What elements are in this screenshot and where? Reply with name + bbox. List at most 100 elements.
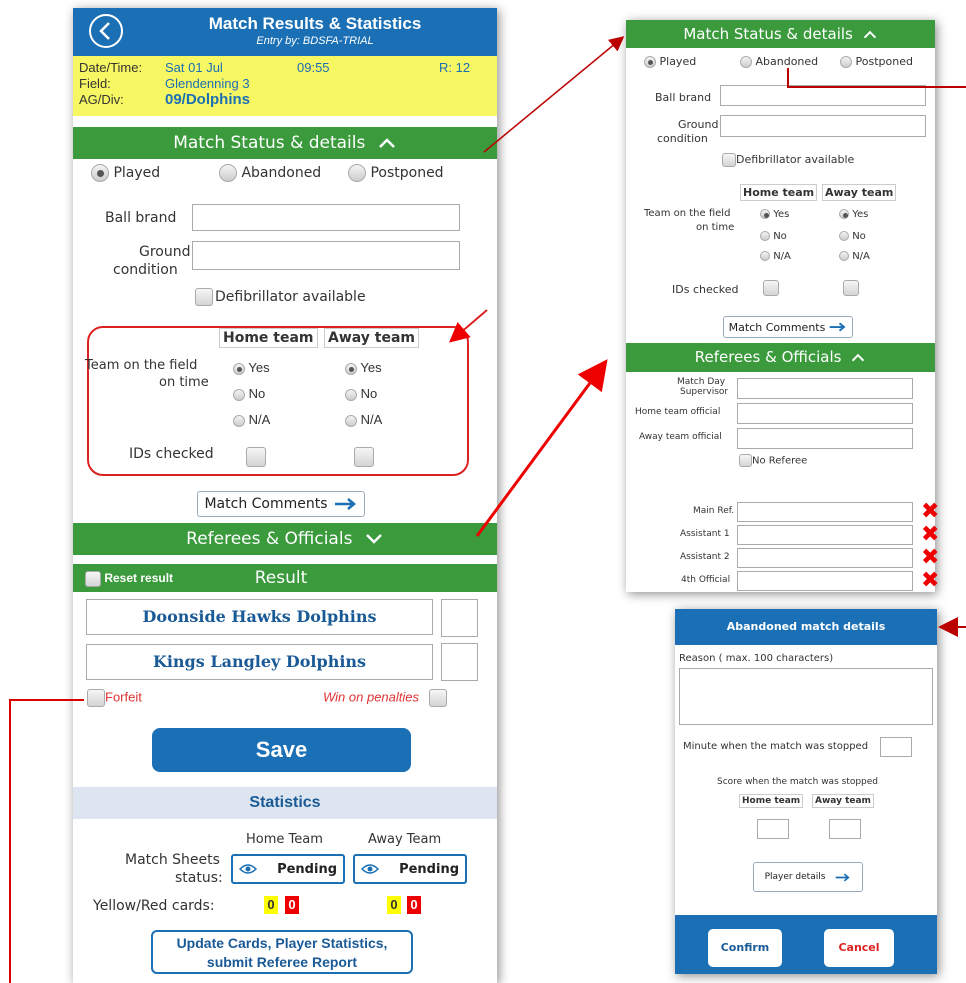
fourth-official-input[interactable] <box>737 571 913 591</box>
reason-textarea[interactable] <box>679 668 933 725</box>
home-ids-checkbox[interactable] <box>246 447 266 467</box>
ball-brand-input[interactable] <box>192 204 460 231</box>
zoom-home-ids-checkbox[interactable] <box>763 280 779 296</box>
away-no-radio[interactable]: No <box>345 386 377 401</box>
home-red-count: 0 <box>285 896 299 914</box>
remove-fourth-official-icon[interactable]: ✖ <box>921 570 939 592</box>
zoom-home-yes[interactable]: Yes <box>760 209 789 220</box>
back-button[interactable] <box>89 14 123 48</box>
zoom-on-time-label: Team on the field <box>644 208 731 219</box>
chevron-down-icon <box>365 534 382 544</box>
page-title: Match Results & Statistics <box>208 14 422 33</box>
ground-label: Ground <box>139 244 191 260</box>
ball-brand-label: Ball brand <box>105 210 177 226</box>
zoom-match-comments-button[interactable]: Match Comments <box>723 316 853 338</box>
zoom-ground-input[interactable] <box>720 115 926 137</box>
remove-assistant1-icon[interactable]: ✖ <box>921 524 939 546</box>
zoom-home-team-header: Home team <box>740 184 818 201</box>
dialog-home-team-header: Home team <box>739 794 804 808</box>
main-ref-input[interactable] <box>737 502 913 522</box>
zoom-on-time-label-2: on time <box>696 222 735 233</box>
arrow-right-icon <box>836 873 851 881</box>
zoom-status-postponed[interactable]: Postponed <box>840 55 913 68</box>
dialog-header: Abandoned match details <box>675 609 937 645</box>
away-score-input[interactable] <box>441 643 478 681</box>
zoom-referees-header[interactable]: Referees & Officials <box>626 343 935 372</box>
player-details-button[interactable]: Player details <box>753 862 863 892</box>
status-postponed[interactable]: Postponed <box>348 164 444 182</box>
away-na-radio[interactable]: N/A <box>345 412 382 427</box>
away-match-sheet-button[interactable]: Pending <box>353 854 467 884</box>
win-penalties-checkbox[interactable]: Win on penalties <box>323 689 447 707</box>
app-header: Match Results & Statistics Entry by: BDS… <box>73 8 497 56</box>
zoom-status-abandoned[interactable]: Abandoned <box>740 55 818 68</box>
arrow-right-icon <box>334 498 356 510</box>
on-time-label-2: on time <box>159 375 209 390</box>
on-time-label: Team on the field <box>85 358 198 373</box>
update-cards-button[interactable]: Update Cards, Player Statistics, submit … <box>151 930 413 974</box>
chevron-left-icon <box>99 22 110 40</box>
zoom-away-ids-checkbox[interactable] <box>843 280 859 296</box>
save-button[interactable]: Save <box>152 728 411 772</box>
score-label: Score when the match was stopped <box>717 777 879 787</box>
away-official-input[interactable] <box>737 428 913 449</box>
ground-condition-input[interactable] <box>192 241 460 270</box>
cards-label: Yellow/Red cards: <box>93 898 215 914</box>
away-yes-radio[interactable]: Yes <box>345 360 382 375</box>
away-team-name: Kings Langley Dolphins <box>86 644 433 680</box>
reset-result-checkbox[interactable]: Reset result <box>85 564 173 592</box>
main-screen: Match Results & Statistics Entry by: BDS… <box>73 8 497 983</box>
remove-main-ref-icon[interactable]: ✖ <box>921 501 939 523</box>
zoom-ball-brand-input[interactable] <box>720 85 926 106</box>
home-score-input[interactable] <box>441 599 478 637</box>
cancel-button[interactable]: Cancel <box>824 929 894 967</box>
home-match-sheet-button[interactable]: Pending <box>231 854 345 884</box>
stats-home-label: Home Team <box>246 832 323 847</box>
match-sheets-label-2: status: <box>175 870 223 886</box>
confirm-button[interactable]: Confirm <box>708 929 782 967</box>
zoom-away-yes[interactable]: Yes <box>839 209 868 220</box>
home-yes-radio[interactable]: Yes <box>233 360 270 375</box>
abandoned-dialog: Abandoned match details Reason ( max. 10… <box>675 609 937 974</box>
remove-assistant2-icon[interactable]: ✖ <box>921 547 939 569</box>
zoom-defib-checkbox[interactable]: Defibrillator available <box>722 153 854 167</box>
minute-label: Minute when the match was stopped <box>683 741 869 752</box>
home-na-radio[interactable]: N/A <box>233 412 270 427</box>
chevron-up-icon <box>852 353 865 362</box>
forfeit-checkbox[interactable]: Forfeit <box>87 689 142 707</box>
zoomed-status-panel: Match Status & details Played Abandoned … <box>626 20 939 592</box>
status-played[interactable]: Played <box>91 164 160 182</box>
minute-input[interactable] <box>880 737 912 757</box>
dialog-home-score-input[interactable] <box>757 819 789 839</box>
status-section-header[interactable]: Match Status & details <box>73 127 497 159</box>
zoom-away-no[interactable]: No <box>839 231 866 242</box>
referees-section-header[interactable]: Referees & Officials <box>73 523 497 555</box>
assistant1-input[interactable] <box>737 525 913 545</box>
no-referee-checkbox[interactable]: No Referee <box>739 454 807 467</box>
zoom-home-na[interactable]: N/A <box>760 251 791 262</box>
supervisor-label: Match Day <box>677 377 726 387</box>
assistant1-label: Assistant 1 <box>680 529 730 539</box>
zoom-away-team-header: Away team <box>822 184 897 201</box>
assistant2-input[interactable] <box>737 548 913 568</box>
zoom-away-na[interactable]: N/A <box>839 251 870 262</box>
zoom-status-played[interactable]: Played <box>644 55 696 68</box>
zoom-status-header[interactable]: Match Status & details <box>626 20 935 48</box>
zoom-home-no[interactable]: No <box>760 231 787 242</box>
dialog-away-score-input[interactable] <box>829 819 861 839</box>
reason-label: Reason ( max. 100 characters) <box>679 653 834 664</box>
result-header: Reset result Result <box>73 564 497 592</box>
arrow-status-to-zoom <box>483 36 625 153</box>
status-abandoned[interactable]: Abandoned <box>219 164 321 182</box>
home-official-label: Home team official <box>635 407 721 417</box>
away-team-header: Away team <box>324 328 420 348</box>
away-ids-checkbox[interactable] <box>354 447 374 467</box>
supervisor-input[interactable] <box>737 378 913 399</box>
home-official-input[interactable] <box>737 403 913 424</box>
main-ref-label: Main Ref. <box>693 506 735 516</box>
defibrillator-checkbox[interactable]: Defibrillator available <box>195 288 366 306</box>
away-red-count: 0 <box>407 896 421 914</box>
home-no-radio[interactable]: No <box>233 386 265 401</box>
eye-icon <box>361 864 379 874</box>
match-comments-button[interactable]: Match Comments <box>197 491 365 517</box>
